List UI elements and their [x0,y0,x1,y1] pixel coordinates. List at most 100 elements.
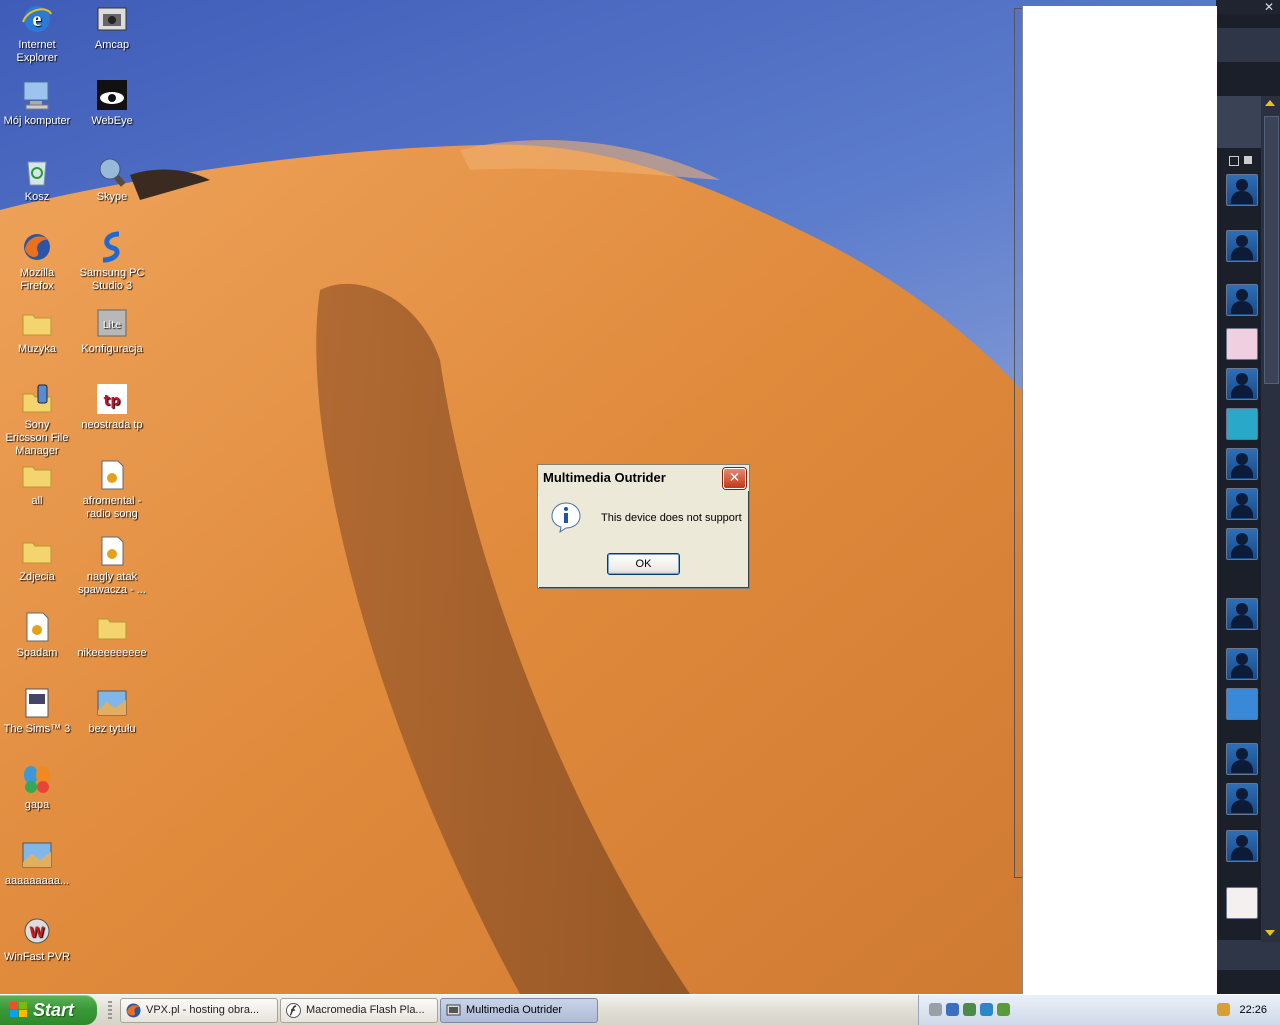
desktop-icon-amcap[interactable]: Amcap [75,2,149,52]
taskbar-button-multimedia-outrider[interactable]: Multimedia Outrider [440,998,598,1023]
contact-avatar-pig[interactable] [1226,328,1258,360]
system-tray[interactable]: 22:26 [918,995,1280,1025]
blank-window[interactable] [1022,6,1217,1024]
collapse-icon[interactable] [1244,156,1252,164]
contact-avatar[interactable] [1226,284,1258,316]
contact-avatar-sun[interactable] [1226,688,1258,720]
ie-icon: e [20,2,54,36]
desktop-icon-nagly-atak[interactable]: nagly atak spawacza - ... [75,534,149,597]
firefox-icon [20,230,54,264]
info-icon [550,501,582,534]
desktop-icon-zdjecia[interactable]: Zdjecia [0,534,74,584]
taskbar[interactable]: Start VPX.pl - hosting obra... Macromedi… [0,994,1280,1025]
desktop-icon-aaaaaaaaa[interactable]: aaaaaaaaa... [0,838,74,888]
neostrada-icon: tp [95,382,129,416]
taskbar-button-flash-player[interactable]: Macromedia Flash Pla... [280,998,438,1023]
dialog-close-button[interactable]: ✕ [723,468,746,489]
firefox-icon [126,1003,141,1018]
panel-close-button[interactable]: ✕ [1264,0,1274,14]
dialog-message: This device does not support [601,512,742,524]
image-file-icon [20,838,54,872]
desktop-icon-internet-explorer[interactable]: e Internet Explorer [0,2,74,65]
scroll-thumb[interactable] [1264,116,1279,384]
svg-text:e: e [33,9,42,31]
contact-avatar-penguin[interactable] [1226,408,1258,440]
sony-ericsson-icon [20,382,54,416]
taskbar-grip[interactable] [108,1001,112,1019]
desktop-icon-firefox[interactable]: Mozilla Firefox [0,230,74,293]
scroll-up-icon[interactable] [1265,100,1275,106]
clock[interactable]: 22:26 [1239,995,1267,1025]
audio-file-icon [95,458,129,492]
windows-flag-icon [10,1002,27,1017]
folder-icon [20,534,54,568]
tray-edit-icon[interactable] [1217,1003,1230,1016]
contact-avatar[interactable] [1226,488,1258,520]
contact-avatar[interactable] [1226,528,1258,560]
folder-icon [20,458,54,492]
svg-text:tp: tp [104,393,121,409]
contact-avatar[interactable] [1226,743,1258,775]
flash-icon [286,1003,301,1018]
contact-avatar[interactable] [1226,598,1258,630]
start-label: Start [33,1000,75,1020]
contact-avatar[interactable] [1226,448,1258,480]
desktop-icon-winfast-pvr[interactable]: W WinFast PVR [0,914,74,964]
image-file-icon [95,686,129,720]
sims-icon [20,686,54,720]
audio-file-icon [95,534,129,568]
panel-footer-band [1216,940,1280,970]
contact-avatar[interactable] [1226,783,1258,815]
contact-avatar[interactable] [1226,830,1258,862]
contact-avatar-hearts[interactable] [1226,887,1258,919]
desktop-icon-my-computer[interactable]: Mój komputer [0,78,74,128]
message-dialog[interactable]: Multimedia Outrider ✕ This device does n… [537,464,750,589]
desktop-icon-afromental[interactable]: afromental - radio song [75,458,149,521]
scrollbar[interactable] [1261,96,1280,942]
tray-network-icon[interactable] [946,1003,959,1016]
contact-avatar[interactable] [1226,174,1258,206]
tray-volume-icon[interactable] [963,1003,976,1016]
audio-file-icon [20,610,54,644]
desktop-icon-recycle-bin[interactable]: Kosz [0,154,74,204]
scroll-down-icon[interactable] [1265,930,1275,936]
desktop-icon-gapa[interactable]: gapa [0,762,74,812]
desktop-icon-spadam[interactable]: Spadam [0,610,74,660]
desktop-icon-bez-tytulu[interactable]: bez tytułu [75,686,149,736]
dialog-title: Multimedia Outrider [538,465,749,491]
webeye-icon [95,78,129,112]
desktop-icon-konfiguracja[interactable]: Lite Konfiguracja [75,306,149,356]
panel-header-band [1216,28,1280,62]
samsung-icon [95,230,129,264]
desktop-icon-webeye[interactable]: WebEye [75,78,149,128]
desktop-icon-samsung-pc-studio[interactable]: Samsung PC Studio 3 [75,230,149,293]
recycle-bin-icon [20,154,54,188]
desktop-icon-the-sims-3[interactable]: The Sims™ 3 [0,686,74,736]
desktop-icon-skype[interactable]: Skype [75,154,149,204]
outrider-icon [446,1004,461,1016]
computer-icon [20,78,54,112]
taskbar-button-vpx[interactable]: VPX.pl - hosting obra... [120,998,278,1023]
folder-icon [95,610,129,644]
contact-avatar[interactable] [1226,648,1258,680]
amcap-icon [95,2,129,36]
config-icon: Lite [95,306,129,340]
start-button[interactable]: Start [0,995,97,1025]
tray-app-icon[interactable] [997,1003,1010,1016]
winfast-icon: W [20,914,54,948]
msn-butterfly-icon [20,762,54,796]
expand-icon[interactable] [1229,156,1239,166]
folder-icon [20,306,54,340]
tray-shield-icon[interactable] [929,1003,942,1016]
desktop-icon-muzyka[interactable]: Muzyka [0,306,74,356]
desktop-icon-all[interactable]: all [0,458,74,508]
contact-avatar[interactable] [1226,368,1258,400]
tray-bluetooth-icon[interactable] [980,1003,993,1016]
contact-avatar[interactable] [1226,230,1258,262]
desktop-icon-sony-ericsson[interactable]: Sony Ericsson File Manager [0,382,74,458]
svg-text:W: W [29,925,44,941]
svg-text:Lite: Lite [103,320,121,331]
ok-button[interactable]: OK [607,553,680,575]
desktop-icon-neostrada[interactable]: tp neostrada tp [75,382,149,432]
desktop-icon-nikeeeeeeeee[interactable]: nikeeeeeeeee [75,610,149,660]
